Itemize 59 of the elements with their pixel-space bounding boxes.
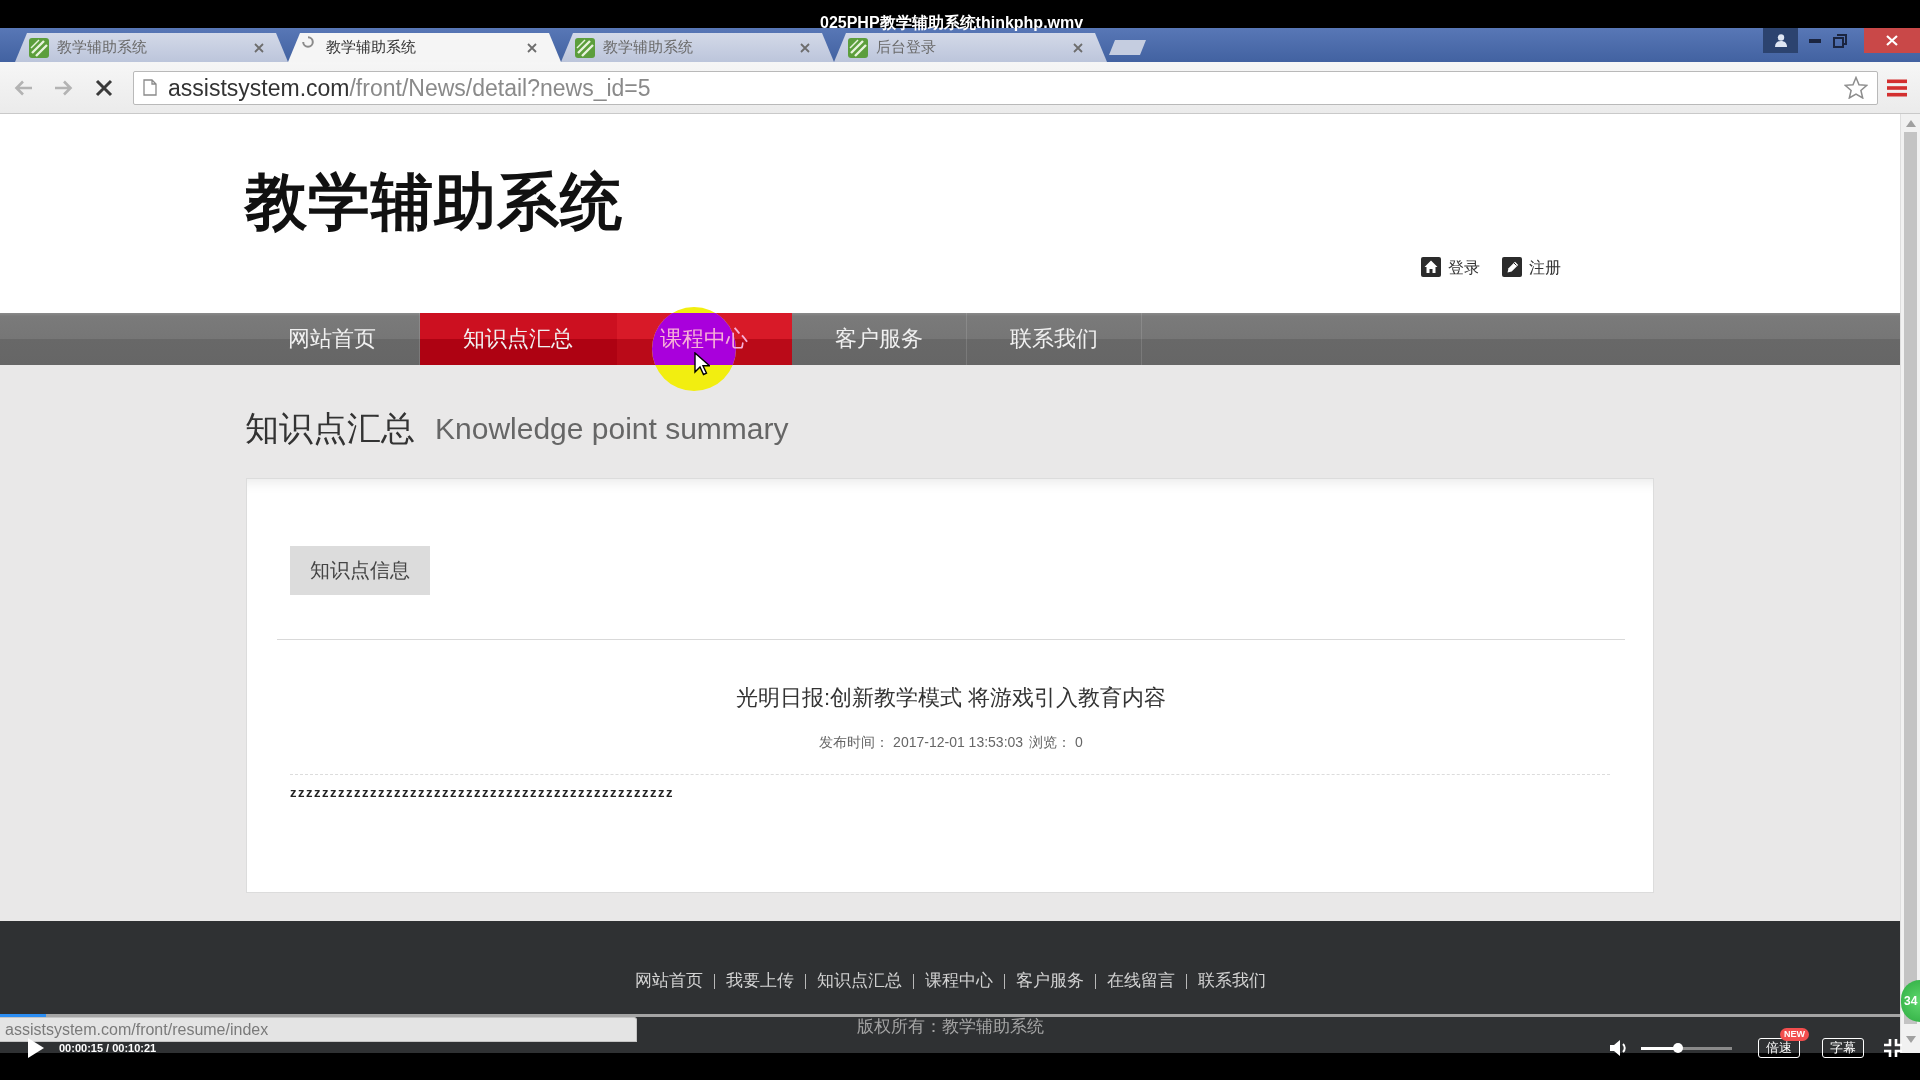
exit-fullscreen-icon[interactable] xyxy=(1884,1039,1902,1057)
login-link[interactable]: 登录 xyxy=(1421,257,1480,277)
playback-time: 00:00:15 / 00:10:21 xyxy=(59,1042,157,1054)
scroll-down-arrow-icon[interactable] xyxy=(1905,1036,1916,1043)
menu-icon[interactable] xyxy=(1887,78,1907,97)
footer-link[interactable]: 客户服务 xyxy=(1015,971,1084,991)
footer-link[interactable]: 在线留言 xyxy=(1106,971,1175,991)
meta-label: 浏览： xyxy=(1029,734,1072,750)
copyright-text: 版权所有：教学辅助系统 xyxy=(856,1017,1044,1036)
close-icon[interactable] xyxy=(800,42,810,53)
footer-link[interactable]: 知识点汇总 xyxy=(816,971,902,991)
url-text: assistsystem.com/front/News/detail?news_id=5 xyxy=(168,73,651,102)
minimize-icon[interactable] xyxy=(1809,38,1821,43)
scrollbar-thumb[interactable] xyxy=(1904,132,1917,1024)
video-title: 025PHP教学辅助系统thinkphp.wmv xyxy=(820,14,1084,31)
new-tab-button[interactable] xyxy=(1109,40,1146,55)
house-icon xyxy=(1421,257,1441,277)
close-icon[interactable] xyxy=(254,42,264,53)
close-icon xyxy=(1886,35,1898,46)
close-icon[interactable] xyxy=(1073,42,1083,53)
meta-label: 发布时间： xyxy=(819,734,890,750)
footer-link[interactable]: 我要上传 xyxy=(725,971,794,991)
browser-tab[interactable]: 教学辅助系统 xyxy=(288,33,561,62)
progress-track[interactable] xyxy=(0,1014,1900,1017)
meta-value: 2017-12-01 13:53:03 xyxy=(893,734,1024,750)
article-title: 光明日报:创新教学模式 将游戏引入教育内容 xyxy=(735,684,1167,712)
register-link[interactable]: 注册 xyxy=(1502,257,1561,277)
play-icon[interactable] xyxy=(28,1038,44,1058)
section-title: 知识点汇总 xyxy=(245,408,415,449)
meta-value: 0 xyxy=(1075,734,1083,750)
volume-thumb[interactable] xyxy=(1673,1043,1684,1053)
browser-tab[interactable]: 教学辅助系统 xyxy=(15,33,288,62)
footer-link[interactable]: 课程中心 xyxy=(924,971,993,991)
scrollbar-track[interactable] xyxy=(1900,114,1920,1053)
status-url: assistsystem.com/front/resume/index xyxy=(0,1017,637,1042)
footer-link[interactable]: 网站首页 xyxy=(634,971,703,991)
section-subtitle: Knowledge point summary xyxy=(435,412,789,446)
bookmark-star-icon[interactable] xyxy=(1844,76,1868,99)
scroll-up-arrow-icon[interactable] xyxy=(1905,120,1916,127)
person-icon xyxy=(1774,34,1787,47)
browser-tab[interactable]: 后台登录 xyxy=(834,33,1107,62)
site-title: 教学辅助系统 xyxy=(245,171,623,233)
address-field[interactable]: assistsystem.com/front/News/detail?news_id=5 xyxy=(133,70,1878,105)
restore-icon[interactable] xyxy=(1833,33,1847,48)
back-arrow-icon[interactable] xyxy=(13,78,33,97)
browser-tab[interactable]: 教学辅助系统 xyxy=(561,33,834,62)
stop-icon[interactable] xyxy=(95,78,113,97)
forward-arrow-icon[interactable] xyxy=(54,78,74,97)
page-icon xyxy=(143,79,157,96)
article-body: zzzzzzzzzzzzzzzzzzzzzzzzzzzzzzzzzzzzzzzzzzzzzzzz xyxy=(290,785,674,801)
nav-item[interactable]: 知识点汇总 xyxy=(420,313,617,365)
close-window-button[interactable] xyxy=(1864,28,1920,53)
player-option-button[interactable]: 字幕 xyxy=(1822,1038,1864,1058)
pointer-cursor-icon xyxy=(694,352,710,376)
pencil-icon xyxy=(1502,257,1522,277)
profile-button[interactable] xyxy=(1763,28,1798,53)
footer-link[interactable]: 联系我们 xyxy=(1197,971,1266,991)
info-label: 知识点信息 xyxy=(290,546,430,595)
close-icon[interactable] xyxy=(527,42,537,53)
